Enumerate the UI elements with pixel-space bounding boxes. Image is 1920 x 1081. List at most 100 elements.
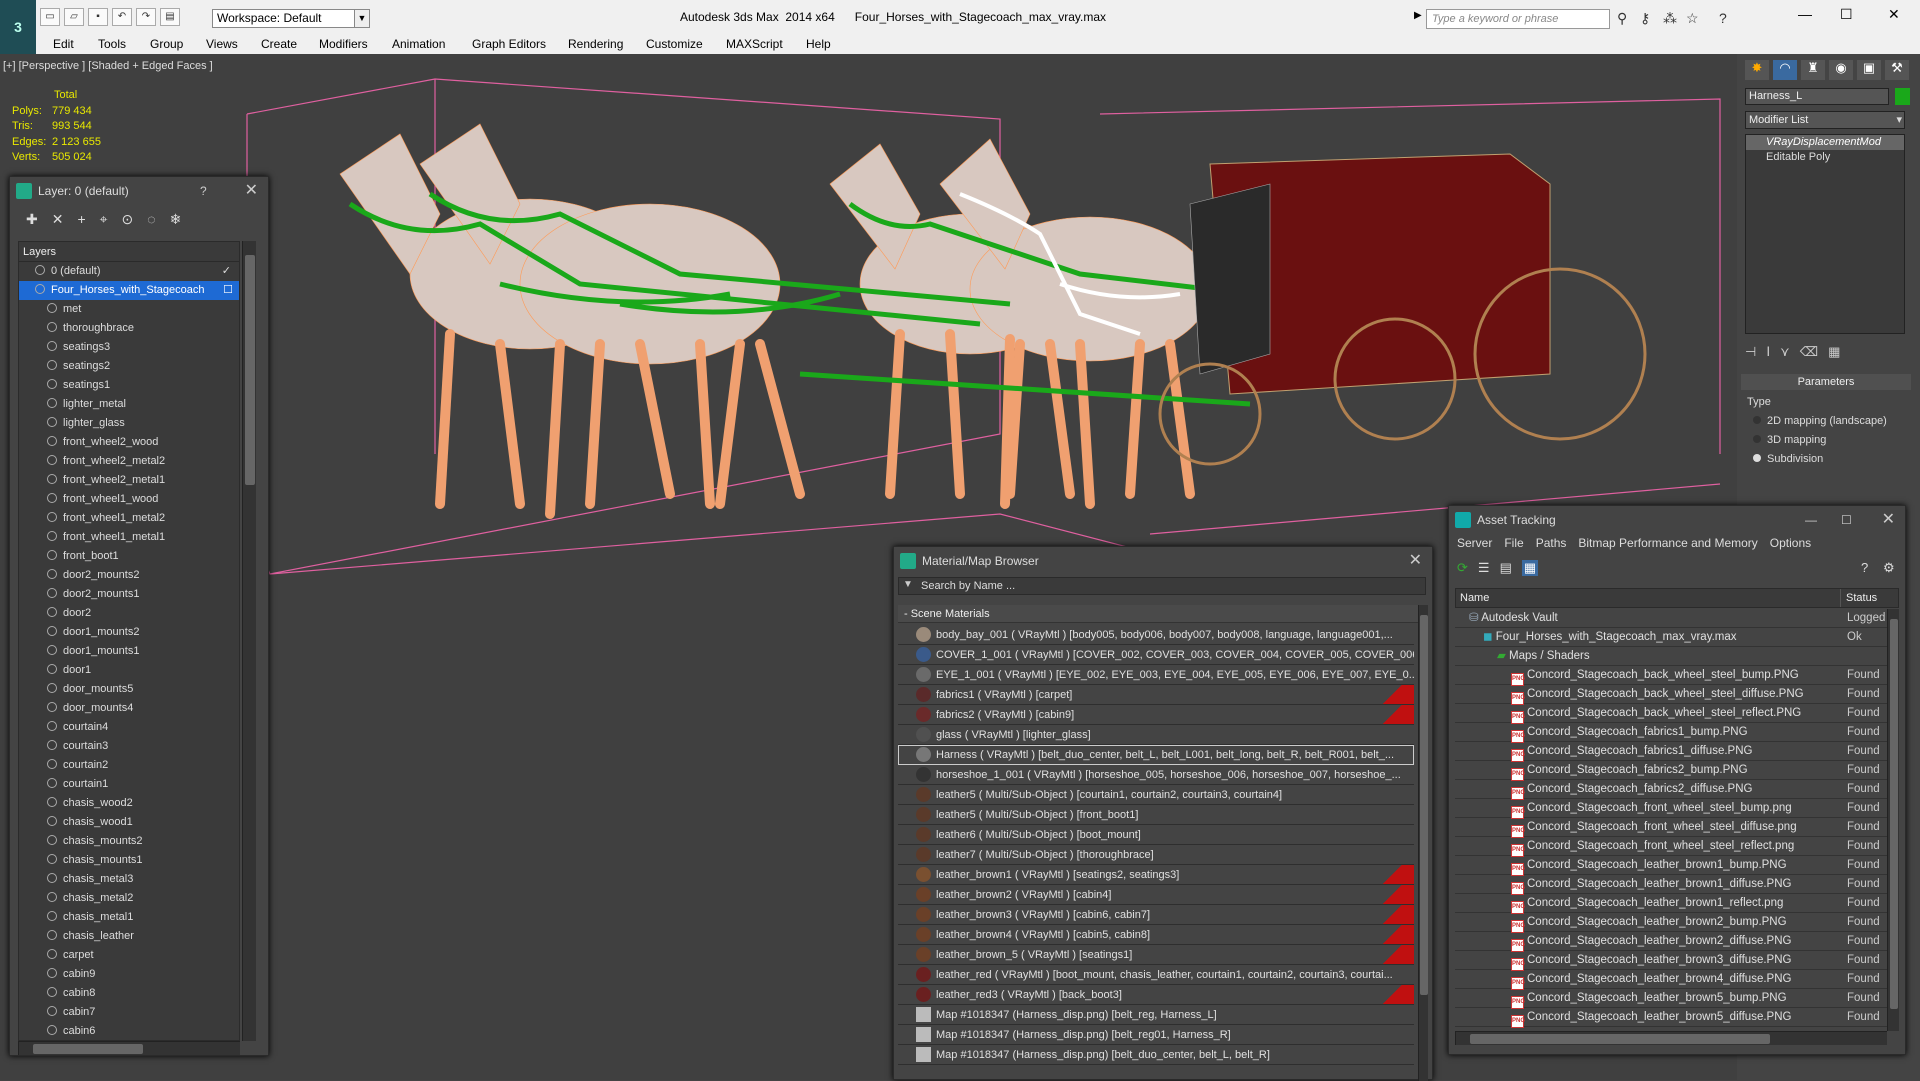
material-row[interactable]: leather_brown1 ( VRayMtl ) [seatings2, s…: [898, 865, 1414, 885]
layer-object[interactable]: courtain2: [19, 756, 239, 775]
menu-customize[interactable]: Customize: [646, 37, 703, 51]
layer-object[interactable]: door_mounts5: [19, 680, 239, 699]
asset-row[interactable]: ▰ Maps / Shaders: [1455, 647, 1887, 666]
asset-row[interactable]: PNG Concord_Stagecoach_leather_brown2_bum…: [1455, 913, 1887, 933]
star-icon[interactable]: ☆: [1686, 10, 1699, 27]
menu-graph-editors[interactable]: Graph Editors: [472, 37, 546, 51]
layer-object[interactable]: door1_mounts2: [19, 623, 239, 642]
menu-group[interactable]: Group: [150, 37, 183, 51]
utilities-tab-icon[interactable]: ⚒: [1885, 60, 1909, 80]
layer-object[interactable]: thoroughbrace: [19, 319, 239, 338]
asset-row[interactable]: PNG Concord_Stagecoach_leather_brown2_dif…: [1455, 932, 1887, 952]
open-file-icon[interactable]: ▱: [64, 8, 84, 26]
layer-object[interactable]: cabin8: [19, 984, 239, 1003]
layer-object[interactable]: seatings3: [19, 338, 239, 357]
pin-stack-icon[interactable]: ⊣: [1745, 344, 1756, 360]
list-view-icon[interactable]: ☰: [1478, 560, 1490, 576]
asset-row[interactable]: PNG Concord_Stagecoach_leather_brown1_dif…: [1455, 875, 1887, 895]
maximize-icon[interactable]: ☐: [1841, 506, 1852, 534]
layer-object[interactable]: cabin7: [19, 1003, 239, 1022]
select-objects-icon[interactable]: ⌖: [100, 211, 108, 228]
parameters-rollout-header[interactable]: Parameters: [1741, 374, 1911, 390]
layer-object[interactable]: door1_mounts1: [19, 642, 239, 661]
close-button[interactable]: ✕: [1888, 6, 1900, 23]
layer-scrollbar[interactable]: [242, 241, 256, 1041]
asset-row[interactable]: PNG Concord_Stagecoach_leather_brown5_bum…: [1455, 989, 1887, 1009]
menu-views[interactable]: Views: [206, 37, 238, 51]
material-row[interactable]: fabrics2 ( VRayMtl ) [cabin9]: [898, 705, 1414, 725]
material-row[interactable]: leather_brown4 ( VRayMtl ) [cabin5, cabi…: [898, 925, 1414, 945]
asset-row[interactable]: PNG Concord_Stagecoach_back_wheel_steel_d…: [1455, 685, 1887, 705]
add-to-layer-icon[interactable]: +: [77, 211, 85, 228]
asset-scrollbar[interactable]: [1887, 609, 1899, 1031]
asset-row[interactable]: PNG Concord_Stagecoach_fabrics2_diffuse.P…: [1455, 780, 1887, 800]
layer-object[interactable]: chasis_metal1: [19, 908, 239, 927]
layer-object[interactable]: seatings1: [19, 376, 239, 395]
material-row[interactable]: Map #1018347 (Harness_disp.png) [belt_du…: [898, 1045, 1414, 1065]
asset-row[interactable]: PNG Concord_Stagecoach_fabrics2_bump.PNG F…: [1455, 761, 1887, 781]
col-status-header[interactable]: Status: [1846, 592, 1877, 604]
close-icon[interactable]: ✕: [1409, 547, 1422, 575]
layer-object[interactable]: carpet: [19, 946, 239, 965]
layer-object[interactable]: front_wheel2_wood: [19, 433, 239, 452]
layer-object[interactable]: front_wheel1_wood: [19, 490, 239, 509]
material-row[interactable]: leather5 ( Multi/Sub-Object ) [front_boo…: [898, 805, 1414, 825]
layer-object[interactable]: chasis_wood2: [19, 794, 239, 813]
material-row[interactable]: Map #1018347 (Harness_disp.png) [belt_re…: [898, 1005, 1414, 1025]
help-icon[interactable]: ?: [1861, 560, 1868, 575]
undo-icon[interactable]: ↶: [112, 8, 132, 26]
menu-rendering[interactable]: Rendering: [568, 37, 623, 51]
material-row[interactable]: leather_brown3 ( VRayMtl ) [cabin6, cabi…: [898, 905, 1414, 925]
layer-object[interactable]: door2_mounts2: [19, 566, 239, 585]
menu-file[interactable]: File: [1504, 536, 1523, 550]
radio-3d-mapping[interactable]: 3D mapping: [1753, 431, 1887, 450]
active-layer-check-icon[interactable]: ✓: [222, 262, 231, 281]
layer-object[interactable]: courtain3: [19, 737, 239, 756]
table-view-icon[interactable]: ▦: [1521, 560, 1539, 576]
material-row[interactable]: leather6 ( Multi/Sub-Object ) [boot_moun…: [898, 825, 1414, 845]
asset-row[interactable]: PNG Concord_Stagecoach_leather_brown3_dif…: [1455, 951, 1887, 971]
asset-row[interactable]: PNG Concord_Stagecoach_fabrics1_diffuse.P…: [1455, 742, 1887, 762]
display-tab-icon[interactable]: ▣: [1857, 60, 1881, 80]
material-row[interactable]: leather7 ( Multi/Sub-Object ) [thoroughb…: [898, 845, 1414, 865]
radio-2d-mapping[interactable]: 2D mapping (landscape): [1753, 412, 1887, 431]
material-row[interactable]: leather5 ( Multi/Sub-Object ) [courtain1…: [898, 785, 1414, 805]
close-icon[interactable]: ✕: [245, 177, 258, 205]
make-unique-icon[interactable]: ⋎: [1780, 344, 1790, 360]
show-end-result-icon[interactable]: Ⅰ: [1766, 344, 1770, 360]
layer-object[interactable]: chasis_leather: [19, 927, 239, 946]
object-color-swatch[interactable]: [1895, 88, 1910, 105]
configure-sets-icon[interactable]: ▦: [1828, 344, 1840, 360]
layer-object[interactable]: door2: [19, 604, 239, 623]
menu-create[interactable]: Create: [261, 37, 297, 51]
workspace-dropdown[interactable]: Workspace: Default ▼: [212, 9, 370, 28]
stack-item-vraydisplacement[interactable]: VRayDisplacementMod: [1746, 135, 1904, 150]
refresh-icon[interactable]: ⟳: [1457, 560, 1468, 576]
maximize-button[interactable]: ☐: [1840, 6, 1853, 23]
menu-edit[interactable]: Edit: [53, 37, 74, 51]
viewport-label[interactable]: [+] [Perspective ] [Shaded + Edged Faces…: [3, 60, 213, 72]
project-folder-icon[interactable]: ▤: [160, 8, 180, 26]
material-search-input[interactable]: Search by Name ...: [898, 577, 1426, 595]
layer-object[interactable]: courtain1: [19, 775, 239, 794]
asset-row[interactable]: PNG Concord_Stagecoach_leather_brown1_ref…: [1455, 894, 1887, 914]
layer-object[interactable]: door_mounts4: [19, 699, 239, 718]
delete-layer-icon[interactable]: ✕: [52, 211, 64, 228]
asset-row[interactable]: PNG Concord_Stagecoach_back_wheel_steel_r…: [1455, 704, 1887, 724]
settings-icon[interactable]: ⚙: [1883, 560, 1895, 576]
set-current-layer-icon[interactable]: ☐: [223, 281, 233, 300]
motion-tab-icon[interactable]: ◉: [1829, 60, 1853, 80]
asset-row[interactable]: PNG Concord_Stagecoach_front_wheel_steel_…: [1455, 799, 1887, 819]
layer-object[interactable]: front_boot1: [19, 547, 239, 566]
asset-row[interactable]: PNG Concord_Stagecoach_front_wheel_steel_…: [1455, 818, 1887, 838]
material-row[interactable]: leather_brown_5 ( VRayMtl ) [seatings1]: [898, 945, 1414, 965]
highlight-icon[interactable]: ⊙: [122, 211, 134, 228]
asset-row[interactable]: PNG Concord_Stagecoach_leather_brown4_dif…: [1455, 970, 1887, 990]
layer-object[interactable]: front_wheel1_metal2: [19, 509, 239, 528]
new-file-icon[interactable]: ▭: [40, 8, 60, 26]
binoculars-icon[interactable]: ⚲: [1617, 10, 1627, 27]
freeze-all-icon[interactable]: ❄: [170, 211, 182, 228]
layer-object[interactable]: front_wheel2_metal2: [19, 452, 239, 471]
col-name-header[interactable]: Name: [1460, 592, 1489, 604]
asset-row[interactable]: PNG Concord_Stagecoach_fabrics1_bump.PNG F…: [1455, 723, 1887, 743]
